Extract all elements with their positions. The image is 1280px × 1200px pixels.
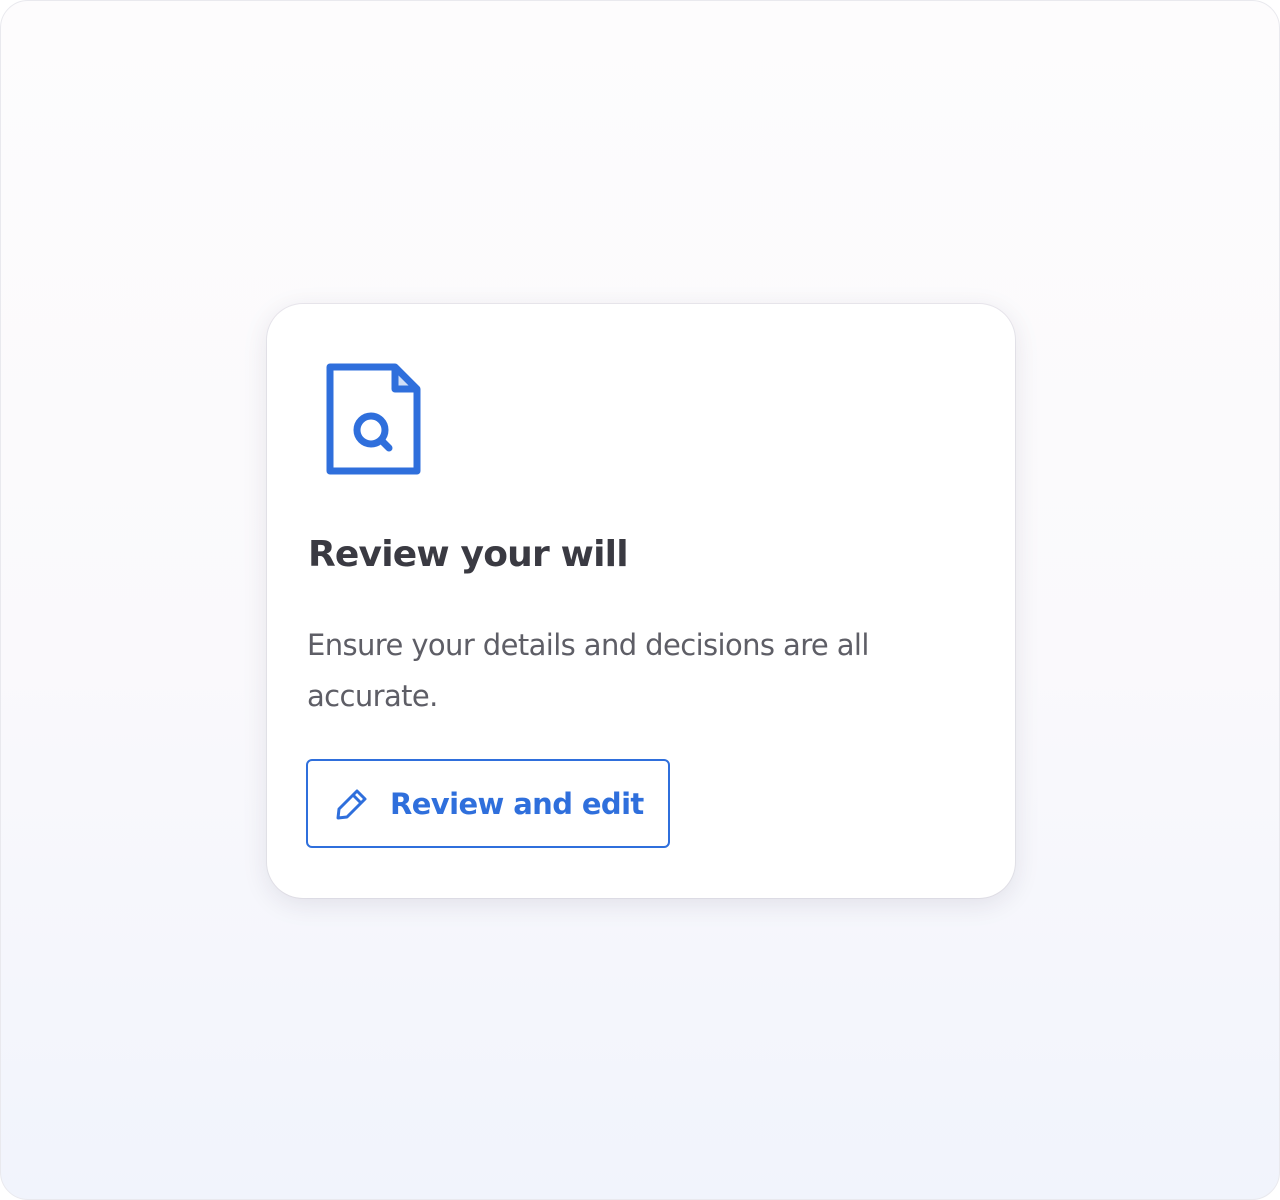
- pencil-icon: [336, 789, 367, 819]
- page-background: Review your will Ensure your details and…: [0, 0, 1280, 1200]
- review-and-edit-label: Review and edit: [390, 786, 644, 821]
- document-search-icon: [326, 363, 421, 475]
- review-will-card: Review your will Ensure your details and…: [267, 304, 1015, 898]
- card-description: Ensure your details and decisions are al…: [307, 628, 869, 713]
- card-title: Review your will: [308, 534, 629, 575]
- review-and-edit-button[interactable]: Review and edit: [306, 759, 670, 848]
